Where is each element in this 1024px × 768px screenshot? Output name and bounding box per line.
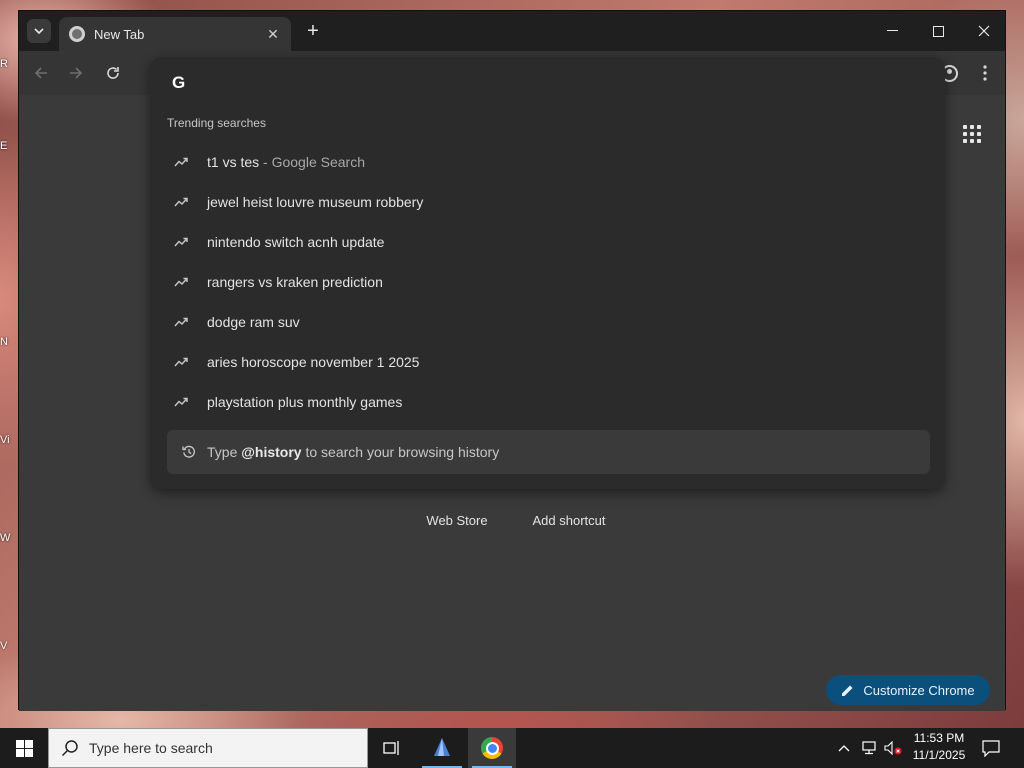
forward-icon [70,67,83,79]
trending-icon [174,157,188,167]
tab-new-tab[interactable]: New Tab ✕ [59,17,291,51]
tab-search-button[interactable] [27,19,51,43]
taskbar-clock[interactable]: 11:53 PM 11/1/2025 [898,730,980,766]
apps-grid-icon[interactable] [963,125,981,143]
desktop-icon[interactable]: R [0,58,18,70]
app-crystal-icon [434,738,450,756]
back-icon [34,67,47,79]
taskbar-app-pinned[interactable] [418,728,466,768]
history-hint-prefix: Type [207,444,242,460]
browser-window: New Tab ✕ + Web Store Add shortcut Custo… [18,10,1006,711]
desktop-icon[interactable]: N [0,336,18,348]
close-window-button[interactable] [961,11,1007,51]
kebab-menu-icon [983,65,987,81]
close-icon [978,25,990,37]
chrome-icon [481,737,503,759]
tab-search-icon [34,28,44,34]
history-icon [182,445,195,458]
trending-icon [174,357,188,367]
forward-button[interactable] [64,61,88,85]
suggestion-text: aries horoscope november 1 2025 [207,354,420,370]
notifications-icon [982,739,1000,757]
back-button[interactable] [29,61,53,85]
chrome-menu-button[interactable] [973,61,997,85]
minimize-button[interactable] [869,11,915,51]
trending-icon [174,277,188,287]
trending-icon [174,197,188,207]
maximize-button[interactable] [915,11,961,51]
suggestion-text: jewel heist louvre museum robbery [207,194,424,210]
clock-date: 11/1/2025 [912,748,966,762]
maximize-icon [932,25,944,37]
desktop-icon[interactable]: V [0,640,18,652]
pencil-icon [842,685,853,696]
omnibox-dropdown: G Trending searches t1 vs tes - Google S… [150,57,945,489]
suggestion-text: t1 vs tes [207,154,260,170]
trending-icon [174,397,188,407]
network-icon [862,741,876,755]
customize-chrome-label: Customize Chrome [863,682,975,698]
reload-button[interactable] [101,61,125,85]
search-icon [61,740,78,757]
suggestion-item[interactable]: nintendo switch acnh update [150,222,945,262]
reload-icon [107,67,119,79]
start-button[interactable] [0,728,48,768]
taskbar-chrome[interactable] [468,728,516,768]
chevron-up-icon [838,745,850,752]
suggestion-text: nintendo switch acnh update [207,234,385,250]
desktop-icon[interactable]: E [0,140,18,152]
trending-icon [174,317,188,327]
desktop-icon[interactable]: Vi [0,434,18,446]
customize-chrome-button[interactable]: Customize Chrome [826,675,990,705]
close-icon[interactable]: ✕ [265,26,281,43]
plus-icon: + [307,19,319,42]
suggestion-item[interactable]: dodge ram suv [150,302,945,342]
suggestion-suffix: - Google Search [259,154,365,170]
tab-title: New Tab [94,26,145,42]
task-view-icon [383,741,399,755]
minimize-icon [886,30,898,31]
taskbar: Type here to search 11:53 PM 11/1/2025 [0,728,1024,768]
suggestion-item[interactable]: jewel heist louvre museum robbery [150,182,945,222]
trending-searches-header: Trending searches [167,116,266,130]
shortcut-web-store[interactable]: Web Store [407,513,507,528]
suggestion-item[interactable]: aries horoscope november 1 2025 [150,342,945,382]
suggestion-item[interactable]: rangers vs kraken prediction [150,262,945,302]
task-view-button[interactable] [368,728,416,768]
address-bar-input[interactable] [202,71,902,95]
network-button[interactable] [862,728,880,768]
taskbar-search-placeholder: Type here to search [89,740,213,756]
new-tab-button[interactable]: + [301,19,325,43]
history-hint-keyword: @history [241,444,302,460]
suggestion-text: dodge ram suv [207,314,300,330]
chrome-favicon-icon [69,26,85,42]
suggestion-item[interactable]: t1 vs tes - Google Search [150,142,945,182]
desktop-icon[interactable]: W [0,532,18,544]
suggestion-item[interactable]: playstation plus monthly games [150,382,945,422]
history-search-hint[interactable]: Type @history to search your browsing hi… [167,430,930,474]
trending-icon [174,237,188,247]
shortcut-add[interactable]: Add shortcut [519,513,619,528]
suggestion-text: playstation plus monthly games [207,394,403,410]
taskbar-search-box[interactable]: Type here to search [48,728,368,768]
windows-logo-icon [15,739,33,757]
history-hint-suffix: to search your browsing history [301,444,500,460]
suggestion-text: rangers vs kraken prediction [207,274,383,290]
clock-time: 11:53 PM [913,731,965,745]
google-g-icon: G [172,73,186,92]
show-hidden-icons-button[interactable] [838,728,850,768]
notifications-button[interactable] [982,728,1000,768]
title-bar: New Tab ✕ + [19,11,1005,51]
